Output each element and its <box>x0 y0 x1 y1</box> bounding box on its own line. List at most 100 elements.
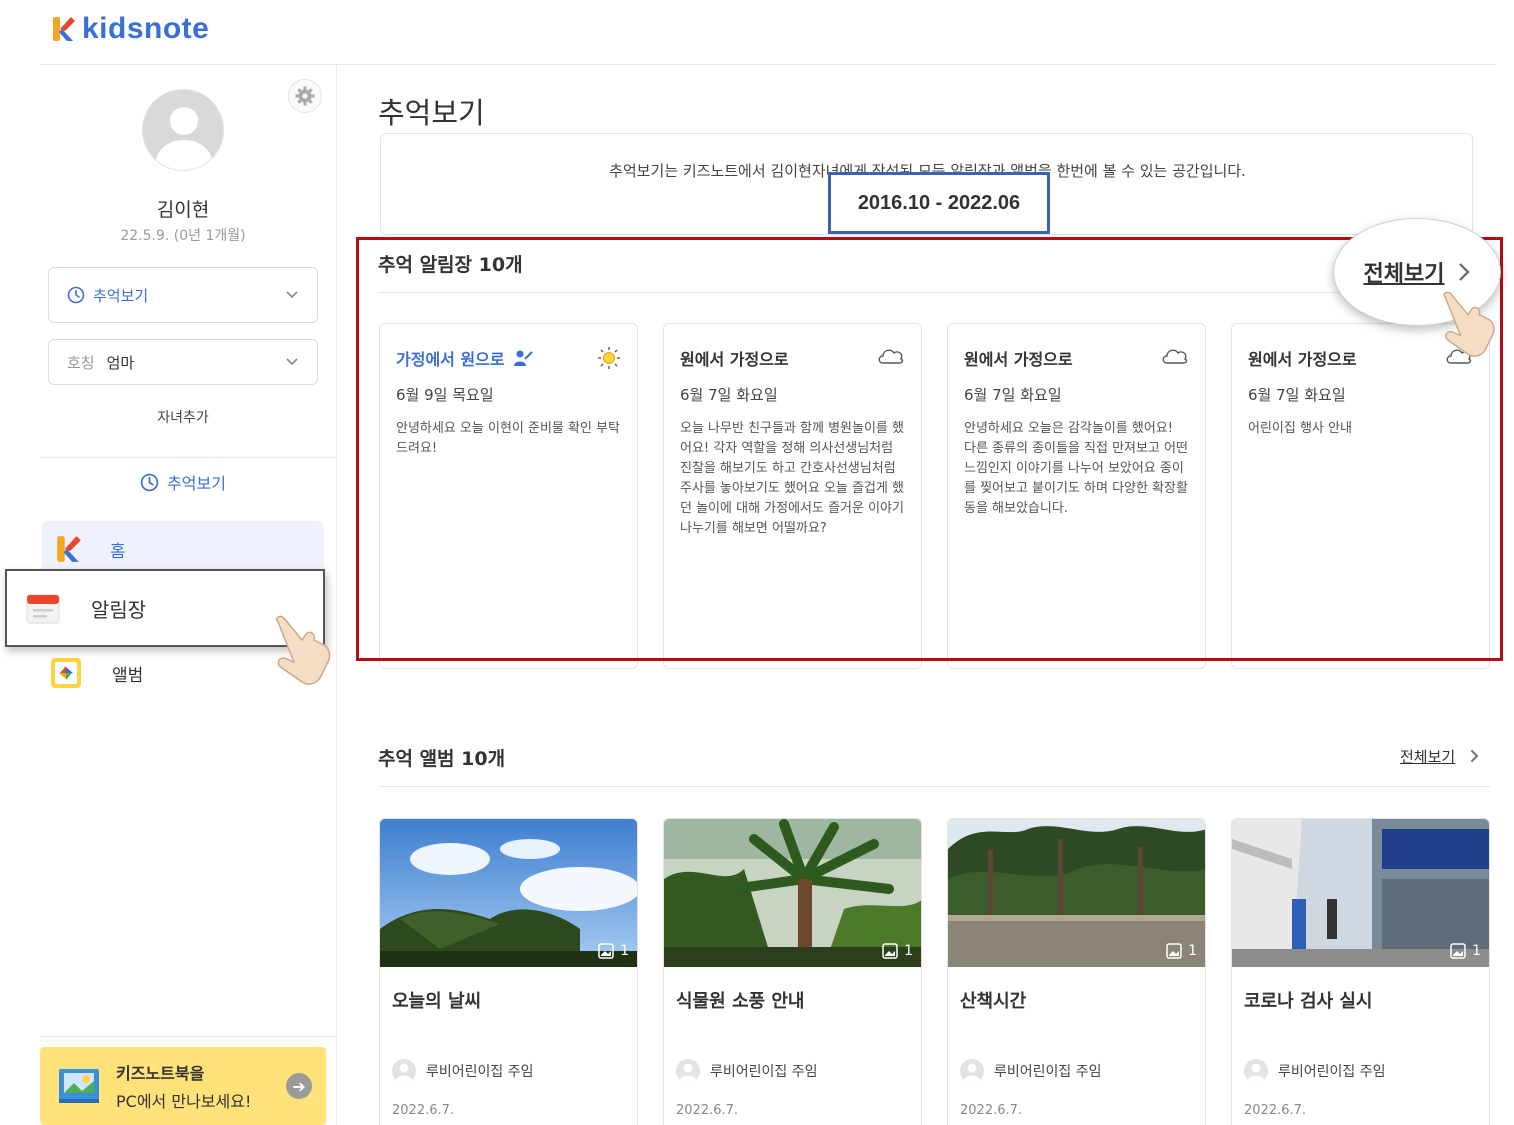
notice-card-date: 6월 9일 목요일 <box>396 386 494 404</box>
sidebar-item-album-label: 앨범 <box>112 665 144 686</box>
author-name: 루비어린이집 주임 <box>710 1064 818 1080</box>
author-name: 루비어린이집 주임 <box>1278 1064 1386 1080</box>
photo-count-value: 1 <box>1188 943 1197 959</box>
chevron-right-icon[interactable] <box>1470 749 1479 763</box>
notice-card-body: 오늘 나무반 친구들과 함께 병원놀이를 했어요! 각자 역할을 정해 의사선생… <box>680 421 904 536</box>
album-section-title: 추억 앨범 10개 <box>378 748 506 770</box>
promo-text: 키즈노트북을 PC에서 만나보세요! <box>116 1060 251 1112</box>
notice-card-date: 6월 7일 화요일 <box>680 386 778 404</box>
notice-see-all-label: 전체보기 <box>1363 262 1445 287</box>
album-card[interactable]: 1 코로나 검사 실시 루비어린이집 주임 2022.6.7. <box>1231 818 1490 1125</box>
memory-view-link[interactable]: 추억보기 <box>40 470 326 494</box>
author-avatar <box>1244 1059 1268 1083</box>
avatar[interactable] <box>142 89 224 171</box>
date-range: 2016.10 - 2022.06 <box>828 172 1050 234</box>
notice-card-title: 가정에서 원으로 <box>396 346 621 370</box>
chevron-down-icon <box>286 358 298 366</box>
relation-select[interactable]: 호칭 엄마 <box>48 339 318 385</box>
notice-card[interactable]: 원에서 가정으로 6월 7일 화요일 어린이집 행사 안내 <box>1231 323 1490 669</box>
album-card-author: 루비어린이집 주임 <box>676 1059 909 1083</box>
kidsnote-book-promo[interactable]: 키즈노트북을 PC에서 만나보세요! ➔ <box>40 1047 326 1125</box>
cloud-icon <box>878 349 904 364</box>
cloud-icon <box>1162 349 1188 364</box>
photo-count-value: 1 <box>620 943 629 959</box>
notice-card-title: 원에서 가정으로 <box>964 350 1073 369</box>
album-see-all-button[interactable]: 전체보기 <box>1400 746 1455 767</box>
kidsnote-logo-icon <box>53 17 75 41</box>
book-icon <box>59 1069 99 1103</box>
notice-card-title: 원에서 가정으로 <box>680 350 789 369</box>
album-card[interactable]: 1 식물원 소풍 안내 루비어린이집 주임 2022.6.7. <box>663 818 922 1125</box>
image-icon <box>882 943 898 959</box>
menu-select[interactable]: 추억보기 <box>48 267 318 323</box>
album-card-author: 루비어린이집 주임 <box>392 1059 625 1083</box>
notice-section-title: 추억 알림장 10개 <box>378 254 523 276</box>
album-card[interactable]: 1 오늘의 날씨 루비어린이집 주임 2022.6.7. <box>379 818 638 1125</box>
photo-count: 1 <box>598 943 629 959</box>
clock-icon <box>67 286 85 304</box>
album-card-title: 오늘의 날씨 <box>392 991 482 1012</box>
notice-card-title-text: 가정에서 원으로 <box>396 350 505 369</box>
gear-icon <box>295 86 315 106</box>
page-title: 추억보기 <box>378 96 485 130</box>
notice-card[interactable]: 원에서 가정으로 6월 7일 화요일 안녕하세요 오늘은 감각놀이를 했어요! … <box>947 323 1206 669</box>
notice-calendar-icon <box>26 594 60 624</box>
chevron-right-icon <box>1459 263 1471 281</box>
section-divider <box>378 786 1490 787</box>
album-photo: 1 <box>948 819 1205 967</box>
settings-button[interactable] <box>288 79 322 113</box>
photo-count-value: 1 <box>1472 943 1481 959</box>
photo-count: 1 <box>1166 943 1197 959</box>
album-card-date: 2022.6.7. <box>392 1103 455 1118</box>
notice-card[interactable]: 원에서 가정으로 6월 7일 화요일 오늘 나무반 친구들과 함께 병원놀이를 … <box>663 323 922 669</box>
promo-line-2: PC에서 만나보세요! <box>116 1092 252 1111</box>
photo-count: 1 <box>882 943 913 959</box>
logo-text: kidsnote <box>82 12 210 45</box>
child-birth-date: 22.5.9. (0년 1개월) <box>120 228 246 244</box>
album-photo: 1 <box>664 819 921 967</box>
album-card-date: 2022.6.7. <box>1244 1103 1307 1118</box>
chevron-down-icon <box>286 291 298 299</box>
relation-value: 엄마 <box>106 353 135 372</box>
memory-view-label: 추억보기 <box>167 474 226 493</box>
author-avatar <box>676 1059 700 1083</box>
image-icon <box>1166 943 1182 959</box>
album-icon <box>51 658 81 688</box>
photo-count: 1 <box>1450 943 1481 959</box>
notice-card-body: 안녕하세요 오늘 이현이 준비물 확인 부탁드려요! <box>396 421 620 456</box>
image-icon <box>598 943 614 959</box>
parent-to-school-icon <box>513 350 533 366</box>
arrow-right-icon[interactable]: ➔ <box>286 1073 312 1099</box>
clock-icon <box>140 473 159 491</box>
intro-box: 추억보기는 키즈노트에서 김이현자녀에게 작성된 모든 알림장과 앨범을 한번에… <box>380 133 1473 235</box>
album-photo: 1 <box>1232 819 1489 967</box>
notice-card-date: 6월 7일 화요일 <box>1248 386 1346 404</box>
sidebar-divider <box>40 457 337 458</box>
album-card-title: 식물원 소풍 안내 <box>676 991 805 1012</box>
menu-select-value: 추억보기 <box>93 286 149 305</box>
notice-card-body: 어린이집 행사 안내 <box>1248 421 1352 436</box>
section-divider <box>378 292 1490 293</box>
sidebar: 김이현 22.5.9. (0년 1개월) 추억보기 호칭 엄마 자녀추가 추억보… <box>5 65 337 1125</box>
author-avatar <box>960 1059 984 1083</box>
album-card-date: 2022.6.7. <box>960 1103 1023 1118</box>
album-card-title: 코로나 검사 실시 <box>1244 991 1373 1012</box>
sidebar-item-album[interactable]: 앨범 <box>50 653 143 693</box>
image-icon <box>1450 943 1466 959</box>
photo-count-value: 1 <box>904 943 913 959</box>
avatar-body-shape <box>156 140 212 170</box>
sidebar-item-home-label: 홈 <box>110 541 126 562</box>
notice-card[interactable]: 가정에서 원으로 6월 9일 목요일 안녕하세요 오늘 이현이 준비물 확인 부… <box>379 323 638 669</box>
promo-line-1: 키즈노트북을 <box>116 1064 205 1083</box>
notice-card-date: 6월 7일 화요일 <box>964 386 1062 404</box>
pointer-hand-icon <box>1443 291 1495 357</box>
notice-card-body: 안녕하세요 오늘은 감각놀이를 했어요! 다른 종류의 종이들을 직접 만져보고… <box>964 421 1188 516</box>
author-name: 루비어린이집 주임 <box>426 1064 534 1080</box>
kidsnote-logo[interactable]: kidsnote <box>52 12 209 46</box>
kidsnote-home-icon <box>57 536 81 562</box>
album-card[interactable]: 1 산책시간 루비어린이집 주임 2022.6.7. <box>947 818 1206 1125</box>
author-avatar <box>392 1059 416 1083</box>
album-photo: 1 <box>380 819 637 967</box>
add-child-link[interactable]: 자녀추가 <box>40 407 326 427</box>
album-card-title: 산책시간 <box>960 991 1027 1012</box>
